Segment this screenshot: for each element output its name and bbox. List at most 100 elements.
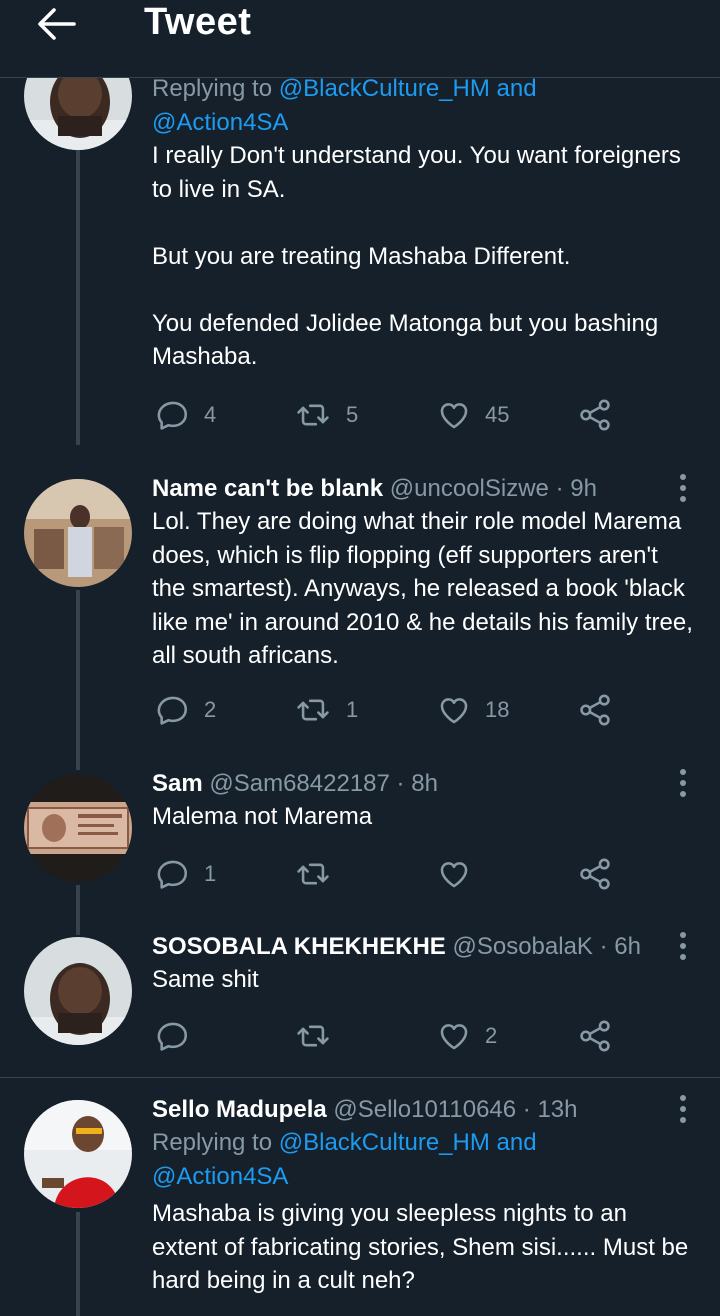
replying-to-and: and [489,75,537,102]
mention-link[interactable]: @BlackCulture_HM [279,75,490,102]
tweet-body: Replying to @BlackCulture_HM and @Action… [152,72,697,374]
like-button[interactable] [437,854,471,894]
retweet-button[interactable] [294,1016,332,1056]
tweet-body: Sam @Sam68422187 · 8h Malema not Marema [152,768,697,834]
author-handle[interactable]: @Sello10110646 [333,1096,516,1123]
retweet-icon [294,857,332,891]
timestamp: 6h [614,933,641,960]
more-options-button[interactable] [678,931,688,961]
reply-count: 1 [204,861,217,886]
more-options-icon [678,768,688,798]
author-handle[interactable]: @SosobalaK [452,933,592,960]
reply-icon [156,693,190,727]
top-bar: Tweet [0,0,720,78]
avatar[interactable] [24,1100,132,1208]
more-options-icon [678,931,688,961]
tweet-header: Name can't be blank @uncoolSizwe · 9h [152,473,697,505]
retweet-button[interactable]: 1 [294,690,358,730]
reply-button[interactable]: 2 [156,690,216,730]
like-count: 45 [485,402,510,427]
retweet-button[interactable]: 5 [294,395,358,435]
author-name[interactable]: SOSOBALA KHEKHEKHE [152,933,446,960]
tweet-text: Mashaba is giving you sleepless nights t… [152,1197,697,1298]
timestamp: 13h [537,1096,578,1123]
tweet-paragraph: Malema not Marema [152,803,373,830]
share-button[interactable] [578,395,612,435]
retweet-count: 1 [346,697,359,722]
reply-icon [156,857,190,891]
avatar[interactable] [24,774,132,882]
like-button[interactable]: 18 [437,690,509,730]
avatar-image [24,937,132,1045]
separator-dot: · [555,475,564,502]
tweet-paragraph: Same shit [152,966,259,993]
share-icon [578,398,612,432]
author-name[interactable]: Sam [152,770,203,797]
tweet-actions: 2 1 18 [152,690,632,730]
tweet-paragraph: You defended Jolidee Matonga but you bas… [152,309,665,371]
more-options-icon [678,473,688,503]
separator-dot: · [599,933,608,960]
page-title: Tweet [144,1,252,43]
reply-button[interactable] [156,1016,190,1056]
like-button[interactable]: 45 [437,395,509,435]
tweet-header: SOSOBALA KHEKHEKHE @SosobalaK · 6h [152,931,697,963]
reply-button[interactable]: 1 [156,854,216,894]
like-count: 18 [485,697,510,722]
more-options-button[interactable] [678,768,688,798]
avatar[interactable] [24,479,132,587]
share-icon [578,857,612,891]
like-icon [437,398,471,432]
tweet-header: Sam @Sam68422187 · 8h [152,768,697,800]
reply-button[interactable]: 4 [156,395,216,435]
replying-to-and: and [489,1129,537,1156]
thread-line [76,590,80,770]
tweet-text: I really Don't understand you. You want … [152,139,697,374]
avatar-image [24,1100,132,1208]
retweet-button[interactable] [294,854,332,894]
author-name[interactable]: Sello Madupela [152,1096,327,1123]
thread-line [76,150,80,445]
back-arrow-icon [38,8,76,40]
tweet-text: Same shit [152,963,697,997]
reply-count: 2 [204,697,217,722]
tweet-text: Lol. They are doing what their role mode… [152,505,697,673]
thread-line [76,1212,80,1316]
replying-to-label: Replying to [152,1129,279,1156]
thread-line [76,885,80,935]
timestamp: 9h [570,475,597,502]
tweet-header: Sello Madupela @Sello10110646 · 13h [152,1094,697,1126]
share-icon [578,693,612,727]
reply-count: 4 [204,402,217,427]
mention-link[interactable]: @Action4SA [152,1163,288,1190]
mention-link[interactable]: @Action4SA [152,109,288,136]
like-count: 2 [485,1023,498,1048]
tweet-paragraph: Mashaba is giving you sleepless nights t… [152,1200,695,1294]
replying-to: Replying to @BlackCulture_HM and @Action… [152,72,697,139]
avatar[interactable] [24,937,132,1045]
replying-to-label: Replying to [152,75,279,102]
share-button[interactable] [578,1016,612,1056]
like-button[interactable]: 2 [437,1016,497,1056]
mention-link[interactable]: @BlackCulture_HM [279,1129,490,1156]
tweet-body: Sello Madupela @Sello10110646 · 13h Repl… [152,1094,697,1298]
reply-icon [156,398,190,432]
author-handle[interactable]: @uncoolSizwe [390,475,549,502]
tweet-text: Malema not Marema [152,800,697,834]
tweet-actions: 4 5 45 [152,395,632,435]
more-options-button[interactable] [678,1094,688,1124]
replying-to: Replying to @BlackCulture_HM and @Action… [152,1126,697,1193]
like-icon [437,1019,471,1053]
more-options-icon [678,1094,688,1124]
author-handle[interactable]: @Sam68422187 [209,770,390,797]
back-button[interactable] [34,6,78,42]
more-options-button[interactable] [678,473,688,503]
author-name[interactable]: Name can't be blank [152,475,383,502]
share-button[interactable] [578,854,612,894]
tweet-paragraph: I really Don't understand you. You want … [152,142,688,203]
tweet-paragraph: But you are treating Mashaba Different. [152,242,571,270]
tweet-actions: 1 [152,854,632,894]
reply-icon [156,1019,190,1053]
share-button[interactable] [578,690,612,730]
retweet-icon [294,1019,332,1053]
